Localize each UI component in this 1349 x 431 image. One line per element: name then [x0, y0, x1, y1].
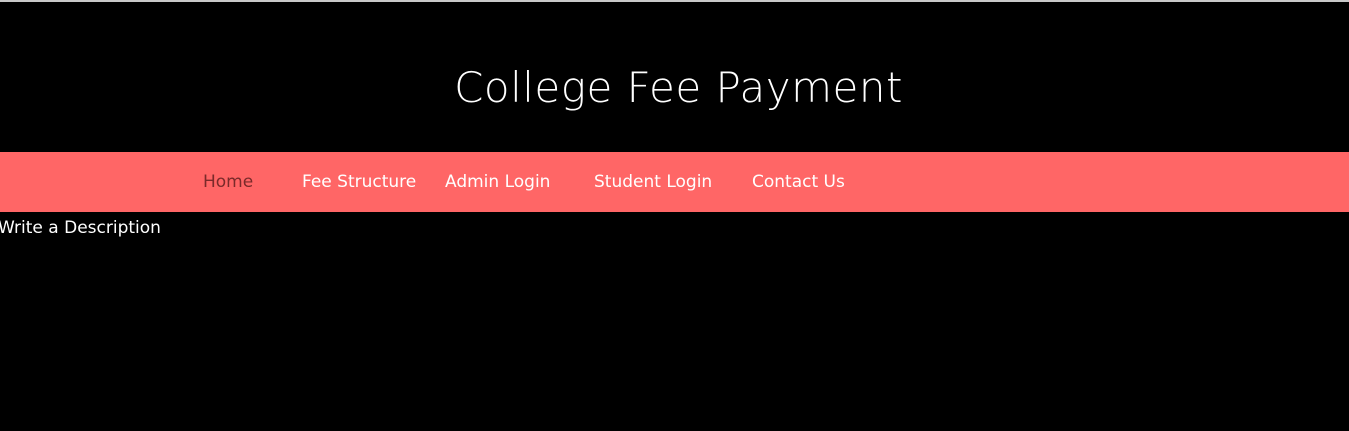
- page-description: Write a Description: [0, 218, 161, 238]
- site-title: College Fee Payment: [454, 63, 903, 112]
- main-navbar: Home Fee Structure Admin Login Student L…: [0, 152, 1349, 212]
- nav-link-student-login[interactable]: Student Login: [594, 152, 712, 212]
- nav-link-home[interactable]: Home: [203, 152, 253, 212]
- nav-link-contact-us[interactable]: Contact Us: [752, 152, 845, 212]
- site-header: College Fee Payment: [0, 2, 1349, 152]
- nav-link-admin-login[interactable]: Admin Login: [445, 152, 550, 212]
- nav-link-fee-structure[interactable]: Fee Structure: [302, 152, 416, 212]
